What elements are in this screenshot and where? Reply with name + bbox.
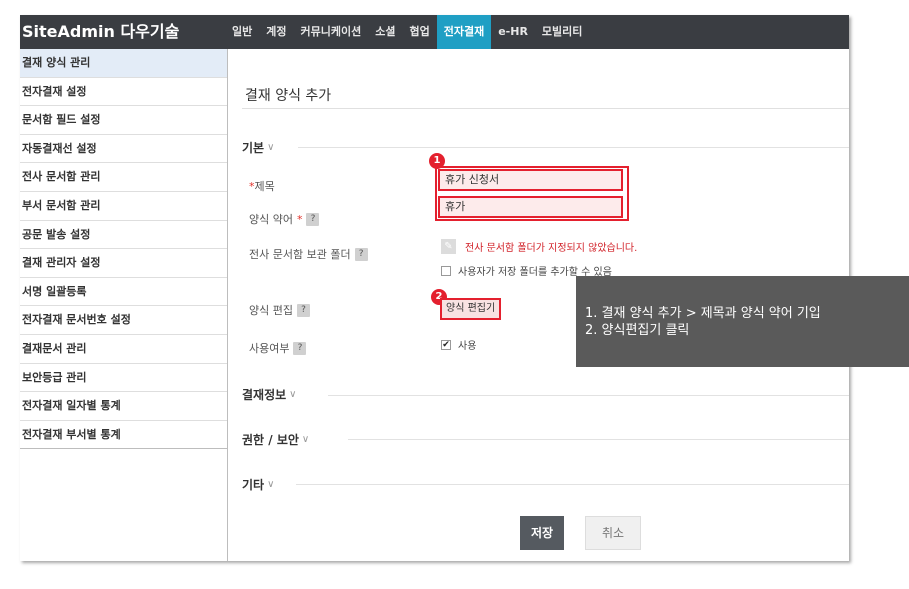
instruction-callout: 1. 결재 양식 추가 > 제목과 양식 약어 기입 2. 양식편집기 클릭 [576,276,909,367]
tab-social[interactable]: 소셜 [368,15,402,49]
help-icon[interactable]: ? [293,341,307,355]
cancel-button[interactable]: 취소 [585,516,641,550]
section-divider [328,395,849,396]
folder-label: 전사 문서함 보관 폴더 ? [249,246,368,262]
app-title: SiteAdmin 다우기술 [22,22,180,41]
step-badge-1: 1 [429,153,445,169]
sidebar: 결재 양식 관리 전자결재 설정 문서함 필드 설정 자동결재선 설정 전사 문… [20,49,228,561]
callout-step-1: 1. 결재 양식 추가 > 제목과 양식 약어 기입 [585,306,821,321]
tab-communication[interactable]: 커뮤니케이션 [294,15,369,49]
chevron-down-icon: ∨ [267,142,275,153]
sidebar-item-admin-settings[interactable]: 결재 관리자 설정 [20,249,227,278]
help-icon[interactable]: ? [296,303,310,317]
section-permission-label: 권한 / 보안 [242,433,299,447]
sidebar-item-dept-stats[interactable]: 전자결재 부서별 통계 [20,421,227,450]
sidebar-item-company-folders[interactable]: 전사 문서함 관리 [20,163,227,192]
sidebar-item-official-doc[interactable]: 공문 발송 설정 [20,221,227,250]
chevron-down-icon: ∨ [289,389,297,400]
tab-general[interactable]: 일반 [225,15,259,49]
tab-ehr[interactable]: e-HR [491,15,535,49]
sidebar-item-dept-folders[interactable]: 부서 문서함 관리 [20,192,227,221]
sidebar-item-doc-number[interactable]: 전자결재 문서번호 설정 [20,306,227,335]
usage-text: 사용 [458,341,477,352]
section-divider [348,439,849,440]
save-button[interactable]: 저장 [520,516,564,550]
sidebar-item-approval-settings[interactable]: 전자결재 설정 [20,78,227,107]
help-icon[interactable]: ? [354,247,368,261]
section-permission-toggle[interactable]: 권한 / 보안 ∨ [242,431,309,448]
section-etc-toggle[interactable]: 기타 ∨ [242,476,274,493]
section-basic-toggle[interactable]: 기본 ∨ [242,139,274,156]
title-label: * 제목 [249,179,275,194]
callout-step-2: 2. 양식편집기 클릭 [585,323,690,338]
section-etc-label: 기타 [242,478,265,492]
editor-label: 양식 편집 ? [249,302,310,318]
help-icon[interactable]: ? [306,212,320,226]
usage-label: 사용여부 ? [249,340,307,356]
sidebar-item-security-level[interactable]: 보안등급 관리 [20,364,227,393]
form-editor-button[interactable]: 양식 편집기 [440,298,502,320]
sidebar-item-form-management[interactable]: 결재 양식 관리 [20,49,227,78]
sidebar-item-auto-line[interactable]: 자동결재선 설정 [20,135,227,164]
top-nav: 일반 계정 커뮤니케이션 소셜 협업 전자결재 e-HR 모빌리티 [225,15,589,49]
section-basic-label: 기본 [242,141,265,155]
pencil-icon[interactable]: ✎ [441,239,456,254]
section-approval-info-toggle[interactable]: 결재정보 ∨ [242,386,297,403]
tab-collaboration[interactable]: 협업 [402,15,436,49]
sidebar-item-doc-management[interactable]: 결재문서 관리 [20,335,227,364]
title-field[interactable]: 휴가 신청서 [438,169,623,191]
sidebar-item-folder-field[interactable]: 문서함 필드 설정 [20,106,227,135]
section-approval-info-label: 결재정보 [242,388,287,402]
folder-warning: ✎ 전사 문서함 폴더가 지정되지 않았습니다. [441,239,637,254]
section-divider [298,147,849,148]
required-mark: * [296,212,303,226]
usage-checkbox[interactable]: ✔ [441,339,451,350]
tab-account[interactable]: 계정 [259,15,293,49]
sidebar-item-daily-stats[interactable]: 전자결재 일자별 통계 [20,392,227,421]
chevron-down-icon: ∨ [267,479,275,490]
folder-warning-text: 전사 문서함 폴더가 지정되지 않았습니다. [465,243,638,254]
chevron-down-icon: ∨ [301,434,310,445]
title-divider [242,108,849,109]
page-title: 결재 양식 추가 [245,88,332,104]
section-divider [296,484,849,485]
abbr-label: 양식 약어 * ? [249,211,320,227]
tab-approval[interactable]: 전자결재 [436,15,492,49]
usage-option[interactable]: ✔ 사용 [441,337,476,352]
folder-add-checkbox[interactable] [441,265,451,276]
top-bar: SiteAdmin 다우기술 일반 계정 커뮤니케이션 소셜 협업 전자결재 e… [20,15,849,49]
tab-mobility[interactable]: 모빌리티 [535,15,589,49]
abbr-field[interactable]: 휴가 [438,196,623,218]
sidebar-item-signature[interactable]: 서명 일괄등록 [20,278,227,307]
